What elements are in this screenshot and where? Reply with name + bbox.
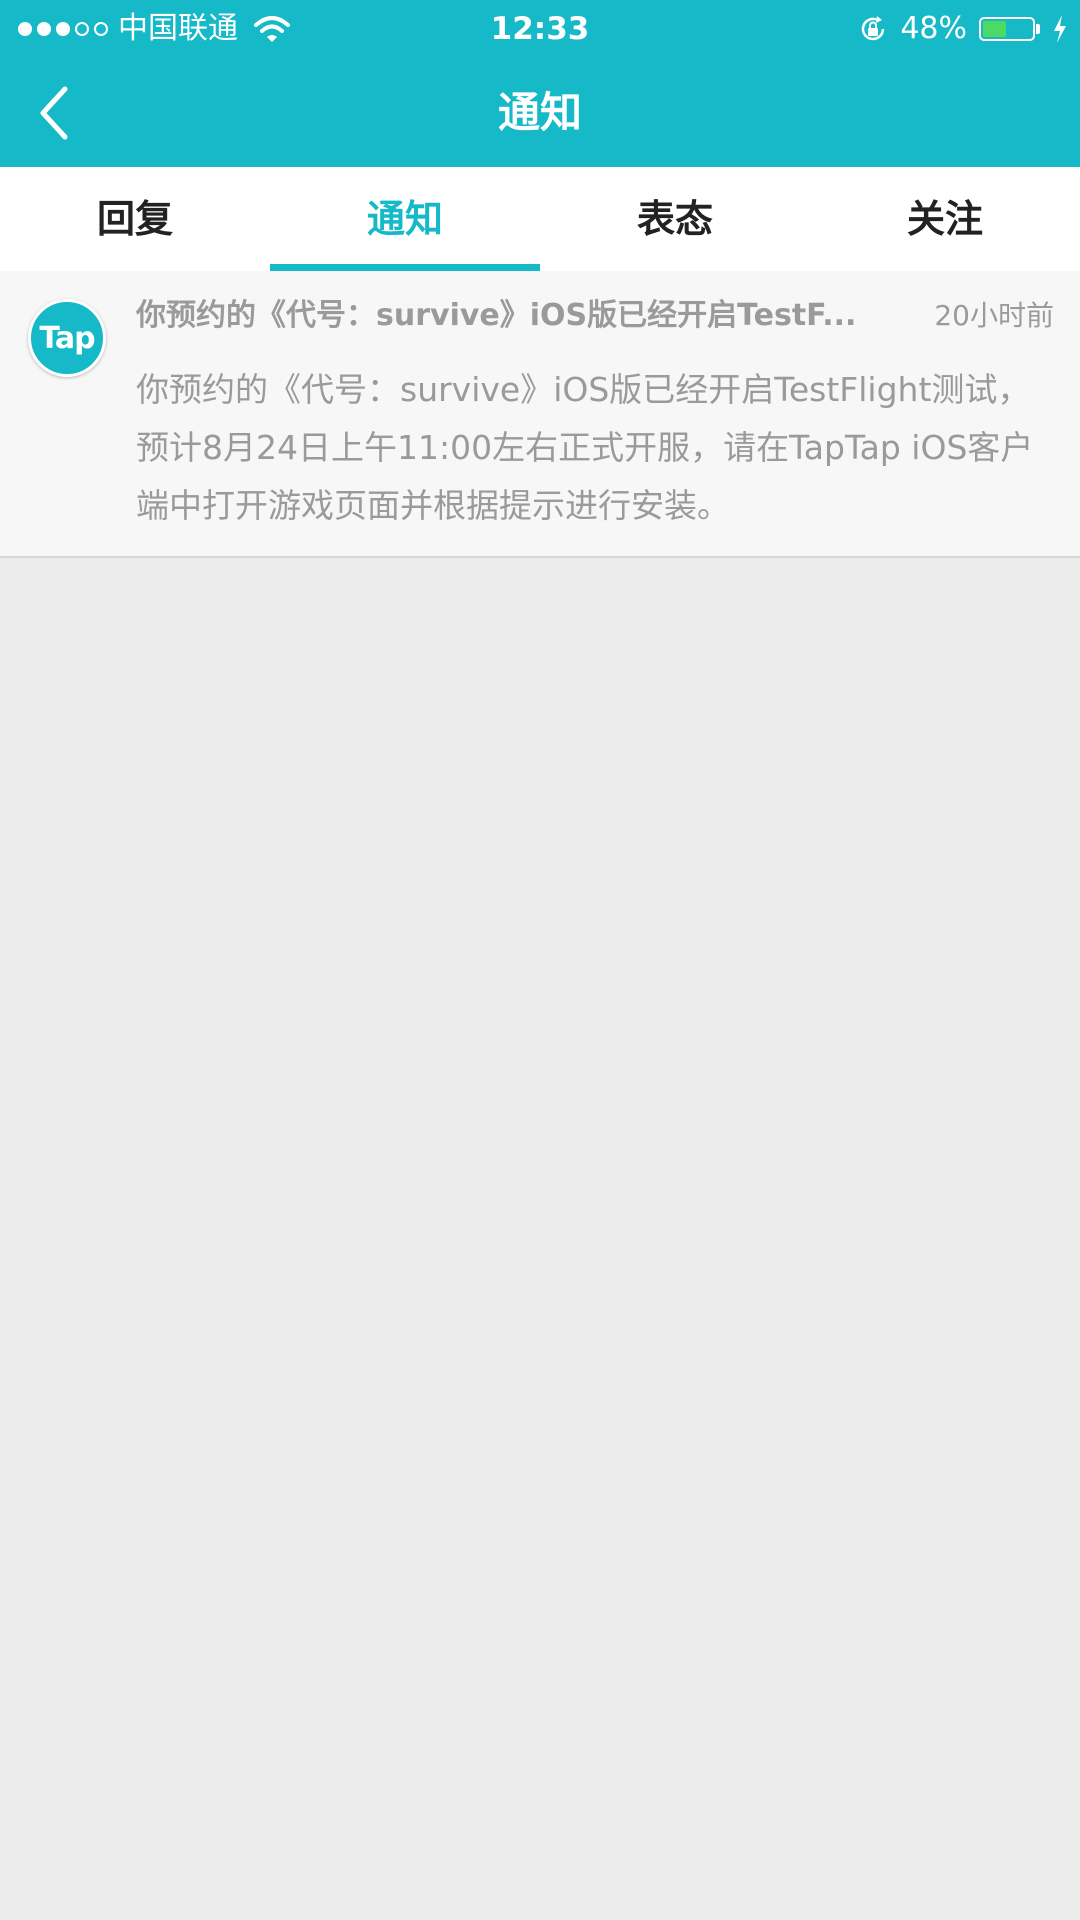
nav-bar: 通知 xyxy=(0,58,1080,167)
notification-item[interactable]: Tap 你预约的《代号：survive》iOS版已经开启TestF... 20小… xyxy=(0,271,1080,558)
status-bar: 中国联通 12:33 48% xyxy=(0,0,1080,58)
battery-fill xyxy=(983,21,1007,37)
page-title: 通知 xyxy=(497,88,582,137)
app-root: 中国联通 12:33 48% 通知 回复 通知 表态 关注 Tap 你预约的《代… xyxy=(0,0,1080,1920)
charging-bolt-icon xyxy=(1054,15,1066,43)
battery-body xyxy=(979,17,1035,41)
rotation-lock-icon xyxy=(862,16,885,41)
tap-logo: Tap xyxy=(39,320,95,356)
notification-time: 20小时前 xyxy=(934,299,1054,332)
status-right: 48% xyxy=(858,0,1068,58)
notification-title: 你预约的《代号：survive》iOS版已经开启TestF... xyxy=(136,298,857,333)
battery-cap xyxy=(1036,24,1040,34)
avatar[interactable]: Tap xyxy=(28,299,106,377)
battery-percent: 48% xyxy=(900,11,967,46)
tab-reaction[interactable]: 表态 xyxy=(540,167,810,271)
tab-reply[interactable]: 回复 xyxy=(0,167,270,271)
tab-bar: 回复 通知 表态 关注 xyxy=(0,167,1080,272)
tab-notification[interactable]: 通知 xyxy=(270,167,540,271)
tab-follow[interactable]: 关注 xyxy=(810,167,1080,271)
notification-body: 你预约的《代号：survive》iOS版已经开启TestFlight测试，预计8… xyxy=(136,370,1034,525)
battery-icon xyxy=(979,17,1040,41)
